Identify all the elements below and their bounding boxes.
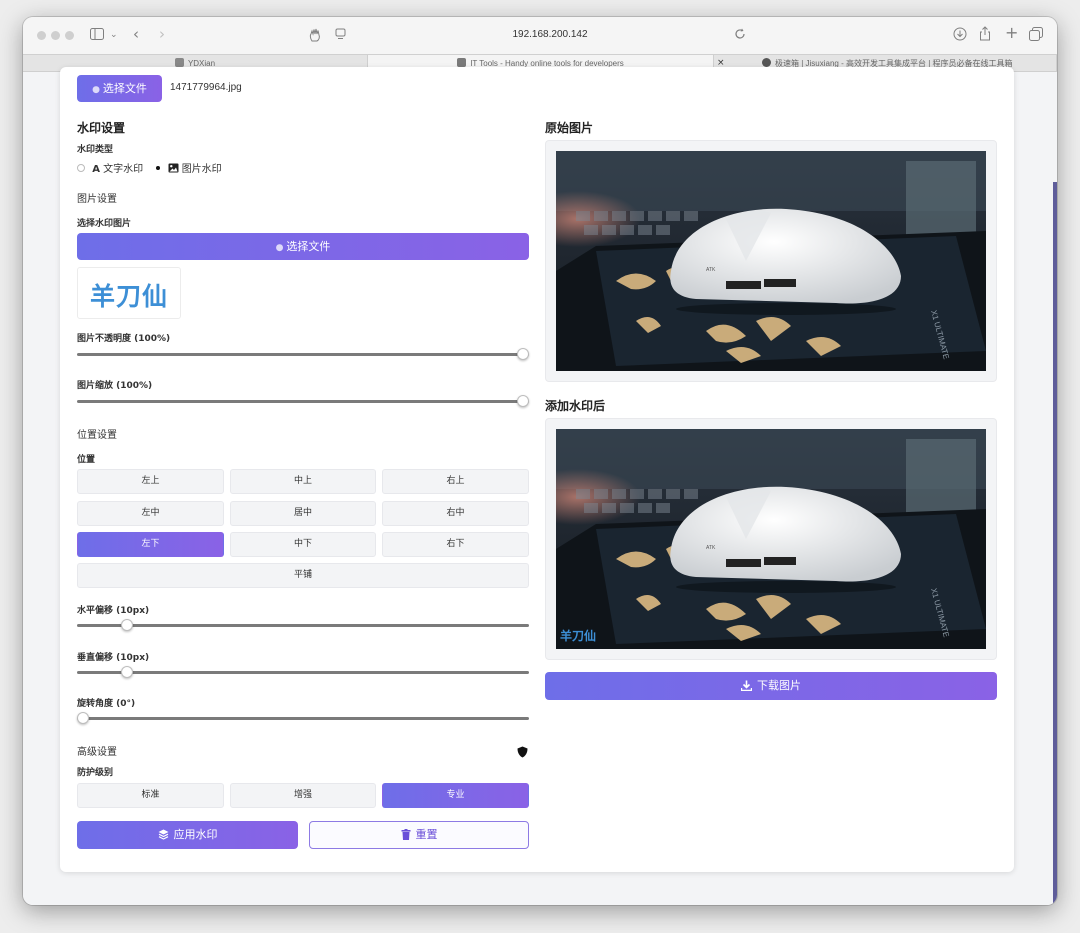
download-icon[interactable] [953, 27, 967, 45]
choose-file-button[interactable]: ● 选择文件 [77, 75, 162, 102]
minimize-window-icon[interactable] [51, 31, 60, 40]
upload-user-icon: ● [275, 243, 284, 253]
privacy-hand-icon[interactable] [309, 28, 321, 46]
position-settings-title: 位置设置 [77, 430, 117, 441]
position-label: 位置 [77, 455, 96, 465]
watermark-tool-card: ● 选择文件 1471779964.jpg 水印设置 水印类型 A 文字水印 图片… [60, 67, 1014, 872]
position-bottom-center[interactable]: 中下 [230, 532, 376, 557]
mouse-brand-text: ATK [706, 267, 716, 273]
tab-overview-icon[interactable] [1029, 27, 1043, 45]
original-image-title: 原始图片 [545, 121, 594, 135]
trash-icon [401, 824, 411, 850]
rotation-label: 旋转角度 (0°) [77, 699, 136, 709]
chevron-down-icon[interactable]: ⌄ [110, 28, 118, 42]
sidebar-toggle-icon[interactable] [90, 28, 104, 44]
share-icon[interactable] [979, 26, 991, 45]
original-photo: X1 ULTIMATE ATK [556, 151, 986, 371]
vertical-offset-thumb[interactable] [121, 666, 133, 678]
text-watermark-radio[interactable] [77, 164, 85, 172]
position-top-right[interactable]: 右上 [382, 469, 529, 494]
forward-icon[interactable]: › [159, 27, 165, 42]
ydxian-favicon-icon [174, 58, 184, 67]
protection-enhanced[interactable]: 增强 [230, 783, 376, 808]
position-center[interactable]: 居中 [230, 501, 376, 526]
watermark-logo-text: 羊刀仙 [89, 282, 168, 311]
opacity-slider-thumb[interactable] [517, 348, 529, 360]
browser-window: ⌄ ‹ › 192.168.200.142 + YDXian IT Tools … [23, 17, 1057, 905]
watermarked-photo: X1 ULTIMATE ATK 羊刀仙 [556, 429, 986, 649]
scale-slider-track[interactable] [77, 400, 529, 403]
protection-standard[interactable]: 标准 [77, 783, 224, 808]
opacity-label: 图片不透明度 (100%) [77, 334, 171, 344]
protection-professional[interactable]: 专业 [382, 783, 529, 808]
rotation-track[interactable] [77, 717, 529, 720]
choose-watermark-image-label: 选择水印图片 [77, 219, 132, 229]
watermark-settings-title: 水印设置 [77, 121, 126, 135]
address-bar[interactable]: 192.168.200.142 [343, 25, 757, 47]
new-tab-icon[interactable]: + [1005, 25, 1018, 41]
reset-button[interactable]: 重置 [309, 821, 529, 849]
scale-label: 图片缩放 (100%) [77, 381, 153, 391]
original-image-frame: X1 ULTIMATE ATK [545, 140, 997, 382]
page-content: ● 选择文件 1471779964.jpg 水印设置 水印类型 A 文字水印 图片… [23, 67, 1053, 905]
download-image-button[interactable]: 下载图片 [545, 672, 997, 700]
image-settings-title: 图片设置 [77, 194, 117, 205]
image-icon [168, 163, 179, 176]
image-watermark-label: 图片水印 [181, 164, 222, 175]
close-window-icon[interactable] [37, 31, 46, 40]
vertical-offset-label: 垂直偏移 (10px) [77, 653, 150, 663]
text-watermark-label: 文字水印 [103, 164, 144, 175]
horizontal-offset-thumb[interactable] [121, 619, 133, 631]
upload-user-icon: ● [92, 85, 100, 95]
scale-slider-thumb[interactable] [517, 395, 529, 407]
position-middle-left[interactable]: 左中 [77, 501, 224, 526]
window-edge-stripe [1053, 182, 1057, 905]
position-top-left[interactable]: 左上 [77, 469, 224, 494]
watermark-overlay: 羊刀仙 [560, 628, 596, 643]
choose-file-label: 选择文件 [102, 82, 147, 95]
watermarked-image-title: 添加水印后 [545, 399, 606, 413]
download-image-label: 下载图片 [757, 679, 801, 692]
opacity-slider-track[interactable] [77, 353, 529, 356]
choose-watermark-file-label: 选择文件 [286, 240, 331, 253]
back-icon[interactable]: ‹ [133, 27, 139, 42]
zoom-window-icon[interactable] [65, 31, 74, 40]
file-name: 1471779964.jpg [170, 82, 242, 93]
reload-icon[interactable] [734, 28, 746, 44]
position-bottom-right[interactable]: 右下 [382, 532, 529, 557]
shield-icon[interactable] [517, 743, 528, 762]
vertical-offset-track[interactable] [77, 671, 529, 674]
position-top-center[interactable]: 中上 [230, 469, 376, 494]
layers-icon [158, 823, 169, 851]
horizontal-offset-track[interactable] [77, 624, 529, 627]
text-A-icon: A [92, 164, 100, 175]
position-bottom-left[interactable]: 左下 [77, 532, 224, 557]
browser-toolbar: ⌄ ‹ › 192.168.200.142 + [23, 17, 1057, 54]
position-tile[interactable]: 平铺 [77, 563, 529, 588]
watermarked-image-frame: X1 ULTIMATE ATK 羊刀仙 [545, 418, 997, 660]
watermark-type-label: 水印类型 [77, 145, 114, 155]
watermark-image-preview: 羊刀仙 [77, 267, 181, 319]
rotation-thumb[interactable] [77, 712, 89, 724]
advanced-settings-title: 高级设置 [77, 747, 117, 758]
reset-label: 重置 [415, 828, 438, 841]
horizontal-offset-label: 水平偏移 (10px) [77, 606, 150, 616]
protection-level-label: 防护级别 [77, 768, 114, 778]
address-text: 192.168.200.142 [512, 29, 588, 40]
choose-watermark-file-button[interactable]: ● 选择文件 [77, 233, 529, 260]
mouse-brand-text: ATK [706, 545, 716, 551]
download-icon [740, 674, 753, 702]
wrench-favicon-icon [457, 58, 467, 67]
watermark-type-options: A 文字水印 图片水印 [77, 160, 222, 176]
apply-watermark-label: 应用水印 [173, 828, 218, 841]
apply-watermark-button[interactable]: 应用水印 [77, 821, 298, 849]
position-middle-right[interactable]: 右中 [382, 501, 529, 526]
image-watermark-radio[interactable] [154, 164, 162, 172]
jisuxiang-favicon-icon [762, 58, 771, 67]
